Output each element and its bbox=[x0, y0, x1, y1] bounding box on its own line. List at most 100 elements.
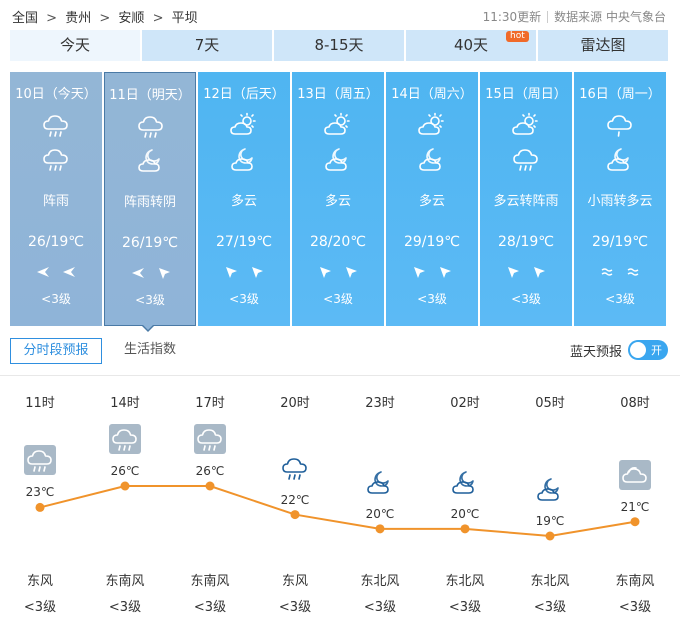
day-temperature: 26/19℃ bbox=[121, 235, 179, 251]
wind-level: <3级 bbox=[417, 292, 447, 306]
hour-wind-level: <3级 bbox=[278, 600, 312, 615]
day-card[interactable]: 13日（周五） 多云 28/20℃ <3级 bbox=[292, 72, 384, 326]
day-temperature: 28/19℃ bbox=[497, 234, 555, 250]
wind-level: <3级 bbox=[229, 292, 259, 306]
day-condition: 阵雨转阴 bbox=[123, 195, 176, 210]
hour-temperature: 22℃ bbox=[280, 492, 310, 507]
sun-cloud-icon bbox=[323, 112, 353, 138]
hour-wind-direction: 东南风 bbox=[615, 574, 655, 589]
wind-arrow-left-icon bbox=[62, 264, 76, 283]
wind-level: <3级 bbox=[323, 292, 353, 306]
selected-day-pointer-fill bbox=[142, 324, 154, 330]
cloud-rain-icon bbox=[136, 113, 166, 139]
wind-direction bbox=[318, 264, 358, 278]
wind-arrow-upleft-icon bbox=[224, 264, 238, 283]
day-condition: 多云 bbox=[418, 194, 445, 209]
overcast-icon bbox=[619, 459, 651, 490]
hour-wind-direction: 东北风 bbox=[530, 574, 570, 589]
day-temperature: 26/19℃ bbox=[27, 234, 85, 250]
hour-wind-level: <3级 bbox=[23, 600, 57, 615]
hot-badge: hot bbox=[506, 31, 529, 42]
wind-level: <3级 bbox=[41, 292, 71, 306]
hour-wind-direction: 东北风 bbox=[445, 574, 485, 589]
wind-direction bbox=[506, 264, 546, 278]
temperature-point bbox=[290, 510, 300, 520]
temperature-point bbox=[375, 524, 385, 534]
moon-cloud-icon bbox=[364, 467, 396, 497]
blue-sky-toggle-row: 蓝天预报 开 bbox=[570, 339, 668, 361]
tab-radar[interactable]: 雷达图 bbox=[538, 30, 668, 61]
day-card[interactable]: 10日（今天） 阵雨 26/19℃ <3级 bbox=[10, 72, 102, 326]
breadcrumb: 全国 > 贵州 > 安顺 > 平坝 bbox=[12, 7, 202, 26]
hour-temperature: 23℃ bbox=[25, 485, 55, 500]
hour-time: 14时 bbox=[110, 396, 140, 411]
day-date: 12日（后天） bbox=[203, 87, 285, 102]
day-date: 15日（周日） bbox=[485, 87, 567, 102]
tab-8-15-days[interactable]: 8-15天 bbox=[274, 30, 404, 61]
day-condition: 多云 bbox=[230, 194, 257, 209]
breadcrumb-item-county: 平坝 bbox=[171, 11, 198, 26]
wind-arrow-upleft-icon bbox=[250, 264, 264, 283]
moon-cloud-icon bbox=[136, 147, 166, 173]
wind-direction bbox=[36, 264, 76, 278]
hourly-forecast: 11时 23℃ 东风 <3级 14时 26℃ 东南风 <3级 17时 26℃ 东南风 <3级 20时 22… bbox=[0, 376, 680, 640]
hour-temperature: 26℃ bbox=[110, 464, 140, 478]
hour-wind-level: <3级 bbox=[193, 600, 227, 615]
hour-wind-direction: 东风 bbox=[281, 574, 308, 589]
wind-level: <3级 bbox=[135, 293, 165, 307]
hour-temperature: 26℃ bbox=[195, 464, 225, 478]
tab-label: 40天 bbox=[453, 36, 489, 54]
day-temperature: 27/19℃ bbox=[215, 234, 273, 250]
data-source: 数据来源 中央气象台 bbox=[554, 10, 666, 24]
hour-time: 20时 bbox=[280, 396, 310, 411]
tab-40-days[interactable]: 40天 hot bbox=[406, 30, 536, 61]
wind-arrow-upleft-icon bbox=[412, 264, 426, 283]
cloud-rain-icon bbox=[279, 453, 311, 483]
cloud-rain-icon bbox=[109, 424, 141, 454]
temperature-point bbox=[35, 502, 45, 512]
moon-cloud-icon bbox=[417, 146, 447, 172]
day-card[interactable]: 16日（周一） 小雨转多云 29/19℃ <3级 bbox=[574, 72, 666, 326]
hour-wind-level: <3级 bbox=[618, 600, 652, 615]
wind-level: <3级 bbox=[511, 292, 541, 306]
breadcrumb-separator: > bbox=[46, 11, 58, 26]
wind-arrow-upleft-icon bbox=[506, 264, 520, 283]
breadcrumb-item-country[interactable]: 全国 bbox=[12, 11, 38, 26]
breadcrumb-item-province[interactable]: 贵州 bbox=[65, 11, 91, 26]
blue-sky-toggle[interactable]: 开 bbox=[628, 340, 668, 360]
tab-hourly-forecast[interactable]: 分时段预报 bbox=[10, 338, 102, 364]
tab-7-days[interactable]: 7天 bbox=[142, 30, 272, 61]
hour-time: 08时 bbox=[620, 396, 650, 411]
temperature-point bbox=[460, 524, 470, 534]
day-card[interactable]: 11日（明天） 阵雨转阴 26/19℃ <3级 bbox=[104, 72, 196, 326]
cloud-rain-icon bbox=[511, 146, 541, 172]
hour-temperature: 21℃ bbox=[620, 499, 650, 514]
day-condition: 阵雨 bbox=[42, 194, 69, 209]
wind-arrow-upleft-icon bbox=[344, 264, 358, 283]
cloud-rain-icon bbox=[24, 445, 56, 476]
day-date: 11日（明天） bbox=[109, 88, 191, 103]
hour-time: 17时 bbox=[195, 396, 225, 411]
tab-life-index[interactable]: 生活指数 bbox=[124, 338, 176, 364]
moon-cloud-icon bbox=[229, 146, 259, 172]
breadcrumb-item-city[interactable]: 安顺 bbox=[118, 11, 144, 26]
day-card[interactable]: 14日（周六） 多云 29/19℃ <3级 bbox=[386, 72, 478, 326]
day-card[interactable]: 15日（周日） 多云转阵雨 28/19℃ <3级 bbox=[480, 72, 572, 326]
cloud-rain-icon bbox=[41, 112, 71, 138]
meta-divider bbox=[547, 11, 549, 23]
toggle-state: 开 bbox=[651, 344, 662, 357]
hour-wind-direction: 东风 bbox=[26, 574, 53, 589]
tab-today[interactable]: 今天 bbox=[10, 30, 140, 61]
tab-label: 今天 bbox=[59, 36, 90, 54]
hour-time: 02时 bbox=[450, 396, 480, 411]
day-card[interactable]: 12日（后天） 多云 27/19℃ <3级 bbox=[198, 72, 290, 326]
cloud-rain-icon bbox=[41, 146, 71, 172]
toggle-knob bbox=[630, 342, 646, 358]
daily-forecast: 10日（今天） 阵雨 26/19℃ <3级 11日（明天） 阵雨转阴 26/19℃ <3级 12… bbox=[10, 72, 668, 326]
hour-wind-level: <3级 bbox=[363, 600, 397, 615]
temperature-point bbox=[120, 481, 130, 491]
day-temperature: 29/19℃ bbox=[403, 234, 461, 250]
tab-label: 雷达图 bbox=[580, 36, 626, 54]
day-date: 16日（周一） bbox=[579, 87, 661, 102]
wind-arrow-left-icon bbox=[36, 264, 50, 283]
